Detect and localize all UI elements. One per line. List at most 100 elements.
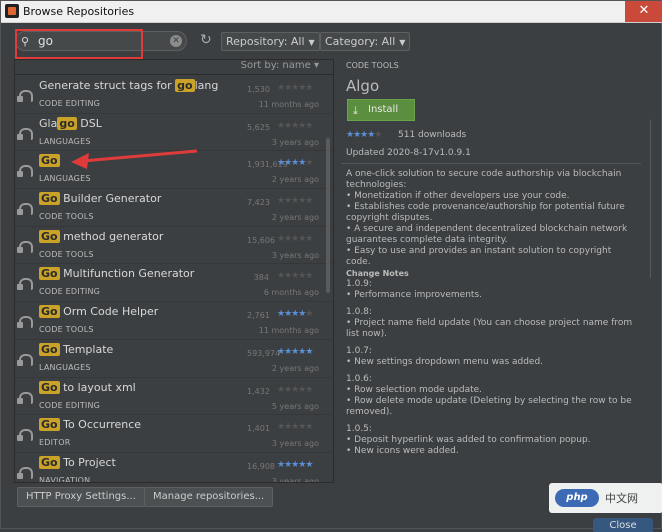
list-scrollbar[interactable] bbox=[326, 138, 330, 293]
plugin-downloads: 7,423 bbox=[247, 198, 270, 208]
change-note-line: • Deposit hyperlink was added to confirm… bbox=[346, 435, 591, 445]
download-icon: ⤓ bbox=[353, 104, 358, 117]
repository-dropdown-label: Repository: All bbox=[226, 35, 305, 48]
category-dropdown[interactable]: Category: All ▼ bbox=[320, 32, 411, 51]
plugin-updated: 5 years ago bbox=[271, 401, 319, 411]
plugin-rating-stars: ★★★★★ bbox=[277, 196, 313, 207]
detail-rating-stars: ★★★★★ bbox=[346, 130, 382, 140]
plugin-downloads: 2,761 bbox=[247, 311, 270, 321]
search-match-highlight: Go bbox=[39, 455, 60, 469]
detail-scrollbar[interactable] bbox=[650, 119, 651, 279]
plugin-name-suffix: Template bbox=[59, 342, 114, 356]
plugin-name: Go Builder Generator bbox=[39, 192, 162, 206]
plugin-updated: 2 years ago bbox=[271, 213, 319, 223]
detail-version: v1.0.9.1 bbox=[434, 148, 471, 158]
plugin-name-suffix: To Project bbox=[59, 455, 116, 469]
plugin-icon bbox=[17, 466, 33, 479]
plugin-list-item[interactable]: Go Template LANGUAGES 593,974 ★★★★★ 2 years … bbox=[15, 340, 333, 378]
plugin-category: CODE TOOLS bbox=[39, 212, 94, 222]
close-button[interactable]: Close bbox=[593, 518, 653, 532]
detail-category: CODE TOOLS bbox=[346, 61, 399, 70]
plugin-list-item[interactable]: Go Builder Generator CODE TOOLS 7,423 ★★★★★… bbox=[15, 189, 333, 227]
plugin-category: CODE TOOLS bbox=[39, 249, 94, 259]
plugin-downloads: 1,401 bbox=[247, 424, 270, 434]
plugin-list-item[interactable]: Go method generator CODE TOOLS 15,606 ★★★★★… bbox=[15, 227, 333, 265]
search-match-highlight: go bbox=[175, 79, 195, 92]
plugin-downloads: 16,908 bbox=[247, 461, 275, 471]
plugin-category: LANGUAGES bbox=[39, 174, 91, 184]
manage-repositories-button[interactable]: Manage repositories... bbox=[144, 487, 274, 507]
http-proxy-settings-button[interactable]: HTTP Proxy Settings... bbox=[17, 487, 145, 507]
plugin-name-suffix: method generator bbox=[59, 229, 164, 243]
plugin-name-suffix: To Occurrence bbox=[59, 418, 142, 432]
chevron-down-icon: ▼ bbox=[399, 38, 406, 47]
plugin-category: LANGUAGES bbox=[39, 362, 91, 372]
title-bar: Browse Repositories ✕ bbox=[1, 1, 662, 23]
plugin-updated: 3 years ago bbox=[271, 250, 319, 260]
plugin-icon bbox=[17, 203, 33, 216]
description-line: • Monetization if other developers use y… bbox=[346, 191, 570, 201]
clear-search-icon[interactable]: ✕ bbox=[170, 35, 182, 47]
plugin-name: Gla go DSL bbox=[39, 116, 102, 130]
description-line: • Establishes code provenance/authorship… bbox=[346, 202, 625, 223]
detail-separator bbox=[341, 163, 641, 164]
window-close-button[interactable]: ✕ bbox=[625, 1, 662, 22]
plugin-list-item[interactable]: Go to layout xml CODE EDITING 1,432 ★★★★★ 5 … bbox=[15, 378, 333, 416]
watermark-text: 中文网 bbox=[605, 492, 638, 505]
plugin-list-item[interactable]: Go Orm Code Helper CODE TOOLS 2,761 ★★★★★ 11… bbox=[15, 302, 333, 340]
plugin-category: NAVIGATION bbox=[39, 475, 91, 483]
plugin-name-suffix: Builder Generator bbox=[59, 192, 162, 206]
search-match-highlight: go bbox=[57, 116, 77, 130]
plugin-updated: 2 years ago bbox=[271, 175, 319, 185]
change-notes-header: Change Notes bbox=[346, 269, 409, 278]
chevron-down-icon: ▼ bbox=[308, 38, 315, 47]
detail-downloads: 511 downloads bbox=[398, 130, 467, 140]
plugin-downloads: 593,974 bbox=[247, 348, 281, 358]
detail-description: A one-click solution to secure code auth… bbox=[346, 169, 636, 463]
plugin-icon bbox=[17, 278, 33, 291]
plugin-rating-stars: ★★★★★ bbox=[277, 384, 313, 395]
sort-by-dropdown[interactable]: Sort by: name ▾ bbox=[15, 60, 333, 75]
plugin-list-item[interactable]: Generate struct tags for go lang CODE EDIT… bbox=[15, 76, 333, 114]
watermark: php 中文网 bbox=[549, 483, 662, 513]
browse-repositories-window: Browse Repositories ✕ ⚲ go ✕ ↻ Repositor… bbox=[0, 0, 662, 532]
plugin-downloads: 5,625 bbox=[247, 122, 270, 132]
change-note-version: 1.0.9: bbox=[346, 279, 372, 289]
plugin-category: CODE EDITING bbox=[39, 400, 101, 410]
plugin-updated: 3 years ago bbox=[271, 439, 319, 449]
window-title: Browse Repositories bbox=[23, 5, 135, 18]
plugin-rating-stars: ★★★★★ bbox=[277, 346, 313, 357]
refresh-icon[interactable]: ↻ bbox=[200, 32, 212, 48]
plugin-name-prefix: Gla bbox=[39, 116, 58, 130]
plugin-list-item[interactable]: Go To Project NAVIGATION 16,908 ★★★★★ 3 year… bbox=[15, 453, 333, 483]
plugin-rating-stars: ★★★★★ bbox=[277, 309, 313, 320]
repository-dropdown[interactable]: Repository: All ▼ bbox=[221, 32, 320, 51]
plugin-name-suffix: Orm Code Helper bbox=[59, 305, 159, 319]
search-match-highlight: Go bbox=[39, 154, 60, 168]
plugin-updated: 6 months ago bbox=[263, 288, 319, 298]
plugin-name-prefix: Generate struct tags for bbox=[39, 79, 176, 92]
plugin-list-panel: Sort by: name ▾ Generate struct tags for… bbox=[14, 59, 334, 483]
plugin-name: Go method generator bbox=[39, 229, 164, 243]
plugin-category: EDITOR bbox=[39, 438, 71, 448]
description-line: • Easy to use and provides an instant so… bbox=[346, 246, 612, 267]
plugin-list-item[interactable]: Gla go DSL LANGUAGES 5,625 ★★★★★ 3 years ago bbox=[15, 114, 333, 152]
change-note-version: 1.0.6: bbox=[346, 374, 372, 384]
change-note-line: • Row delete mode update (Deleting by se… bbox=[346, 396, 632, 417]
plugin-list: Generate struct tags for go lang CODE EDIT… bbox=[15, 76, 333, 483]
search-match-highlight: Go bbox=[39, 267, 60, 281]
plugin-icon bbox=[17, 353, 33, 366]
plugin-downloads: 384 bbox=[253, 273, 269, 283]
plugin-icon bbox=[17, 90, 33, 102]
category-dropdown-label: Category: All bbox=[325, 35, 396, 48]
plugin-category: LANGUAGES bbox=[39, 136, 91, 146]
plugin-rating-stars: ★★★★★ bbox=[277, 83, 313, 93]
plugin-category: CODE EDITING bbox=[39, 287, 101, 297]
plugin-icon bbox=[17, 165, 33, 178]
change-note-line: • Performance improvements. bbox=[346, 290, 483, 300]
plugin-list-item[interactable]: Go Multifunction Generator CODE EDITING 38… bbox=[15, 264, 333, 303]
install-button[interactable]: ⤓ Install bbox=[347, 99, 415, 121]
plugin-name: Go Orm Code Helper bbox=[39, 305, 159, 319]
plugin-list-item[interactable]: Go To Occurrence EDITOR 1,401 ★★★★★ 3 years … bbox=[15, 415, 333, 453]
app-icon bbox=[5, 4, 19, 18]
